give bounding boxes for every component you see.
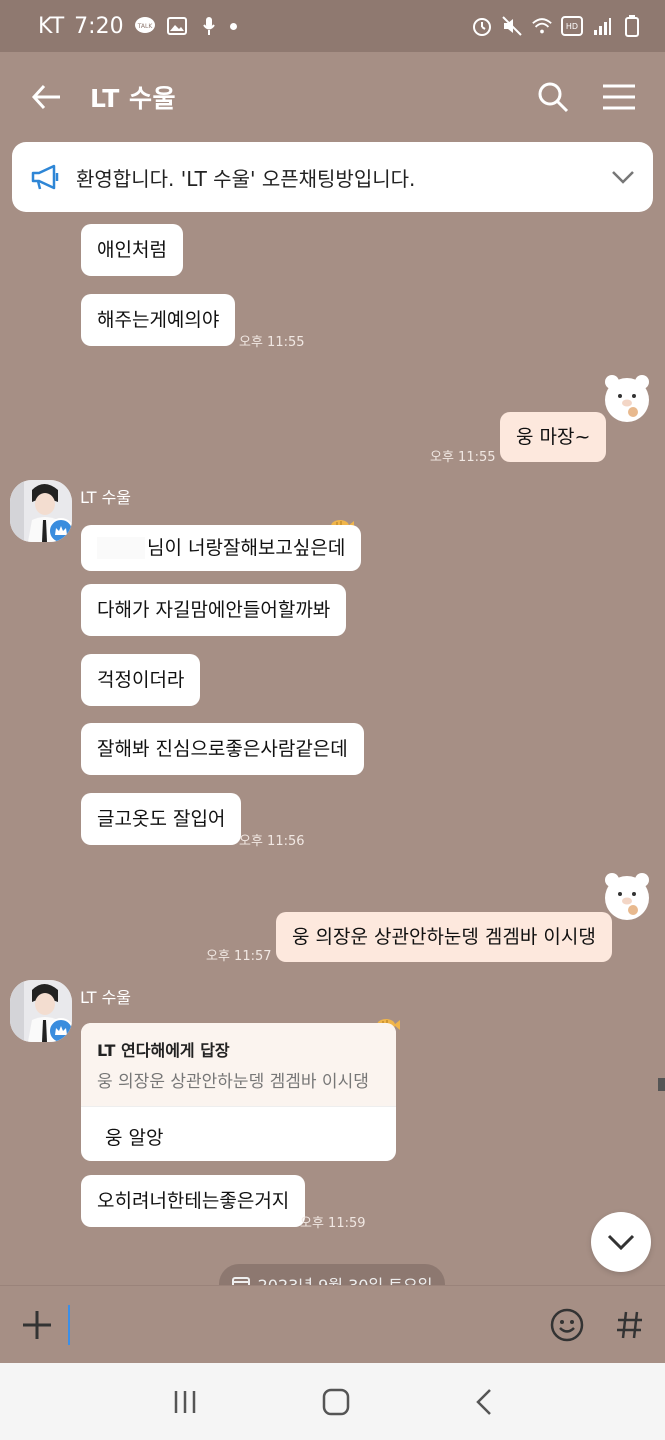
notice-banner[interactable]: 환영합니다. 'LT 수울' 오픈채팅방입니다. [12,142,653,212]
message-text: 잘해봐 진심으로좋은사람같은데 [97,738,348,760]
signal-icon [591,15,613,37]
recent-apps-icon[interactable] [172,1389,198,1415]
message-text: 오히려너한테는좋은거지 [97,1190,290,1212]
hashtag-icon[interactable] [615,1309,645,1341]
search-icon [538,82,569,113]
avatar[interactable] [10,980,72,1042]
input-actions [549,1307,645,1343]
status-left: KT 7:20 TALK [38,14,237,39]
back-arrow-icon [31,84,60,110]
reply-quote-text: 웅 의장운 상관안하눈뎅 겜겜바 이시댕 [97,1072,369,1092]
message-text: 웅 마장~ [516,426,591,448]
emoji-icon[interactable] [549,1307,585,1343]
message-time: 오후 11:55 [239,335,305,350]
back-icon[interactable] [475,1388,493,1416]
notification-dot-icon [229,22,237,30]
sender-name: LT 수울 [80,488,132,507]
header-actions [533,77,639,117]
status-bar: KT 7:20 TALK HD [0,0,665,52]
message-time: 오후 11:57 [206,949,272,964]
message-text: 걱정이더라 [97,669,185,691]
clock: 7:20 [74,13,124,39]
message-time: 오후 11:56 [239,834,305,849]
message-text: 님이 너랑잘해보고싶은데 [147,537,346,559]
sender-name: LT 수울 [80,988,132,1007]
menu-icon [603,84,635,110]
message-text: 다해가 자길맘에안들어할까봐 [97,599,331,621]
mic-icon [198,15,220,37]
avatar[interactable] [10,480,72,542]
message-bubble[interactable]: 해주는게예의야 [81,294,236,346]
my-message-bubble[interactable]: 웅 마장~ [500,412,607,462]
message-bubble[interactable]: 걱정이더라 [81,654,201,706]
message-input-bar [0,1285,665,1363]
reply-text: 웅 알앙 [105,1127,164,1149]
message-bubble[interactable]: 잘해봐 진심으로좋은사람같은데 [81,723,364,775]
date-divider-text: 2023년 9월 30일 토요일 [258,1272,433,1285]
home-icon[interactable] [322,1388,350,1416]
wifi-icon [531,15,553,37]
message-bubble[interactable]: 오히려너한테는좋은거지 [81,1175,306,1227]
alarm-icon [471,15,493,37]
chat-title: LT 수울 [90,84,177,113]
battery-icon [621,15,643,37]
carrier-label: KT [38,13,65,39]
calendar-icon [231,1277,250,1285]
mute-icon [501,15,523,37]
chat-header: LT 수울 [0,52,665,142]
talk-icon: TALK [134,15,156,37]
message-text: 글고옷도 잘입어 [97,808,226,830]
bear-avatar-icon[interactable] [598,370,656,428]
crown-badge [48,518,72,542]
message-input[interactable] [68,1304,539,1345]
date-divider: 2023년 9월 30일 토요일 [219,1264,445,1285]
redacted-block [97,537,145,559]
message-text: 애인처럼 [97,239,167,261]
svg-text:TALK: TALK [136,23,153,30]
search-button[interactable] [533,77,573,117]
status-right: HD [471,15,643,37]
message-bubble[interactable]: 다해가 자길맘에안들어할까봐 [81,584,347,636]
crown-badge [48,1018,72,1042]
notice-text: 환영합니다. 'LT 수울' 오픈채팅방입니다. [76,166,416,191]
gallery-icon [166,15,188,37]
chevron-down-icon[interactable] [611,170,635,184]
message-time: 오후 11:55 [430,450,496,465]
system-nav-bar [0,1363,665,1440]
attach-button[interactable] [20,1308,54,1342]
chat-area[interactable]: 애인처럼 해주는게예의야 오후 11:55 웅 마장~ 오후 11:55 LT … [0,212,665,1285]
back-button[interactable] [26,77,66,117]
message-time: 오후 11:59 [300,1216,366,1231]
my-message-bubble[interactable]: 웅 의장운 상관안하눈뎅 겜겜바 이시댕 [276,912,612,962]
hd-icon: HD [561,16,583,36]
menu-button[interactable] [599,77,639,117]
message-text: 해주는게예의야 [97,309,220,331]
message-bubble[interactable]: 님이 너랑잘해보고싶은데 [81,525,362,571]
reply-quote-box[interactable]: LT 연다해에게 답장 웅 의장운 상관안하눈뎅 겜겜바 이시댕 [81,1023,396,1107]
chevron-down-icon [607,1234,635,1250]
message-bubble[interactable]: 애인처럼 [81,224,183,276]
crown-icon [55,526,67,535]
reply-message-bubble[interactable]: LT 연다해에게 답장 웅 의장운 상관안하눈뎅 겜겜바 이시댕 웅 알앙 [81,1023,396,1161]
message-text: 웅 의장운 상관안하눈뎅 겜겜바 이시댕 [292,926,596,948]
crown-icon [55,1026,67,1035]
scrollbar-thumb[interactable] [658,1078,665,1091]
reply-target: LT 연다해에게 답장 [97,1041,230,1060]
megaphone-icon [31,164,59,190]
plus-icon [23,1310,51,1339]
message-bubble[interactable]: 글고옷도 잘입어 [81,793,242,845]
scroll-to-bottom-button[interactable] [591,1212,651,1272]
